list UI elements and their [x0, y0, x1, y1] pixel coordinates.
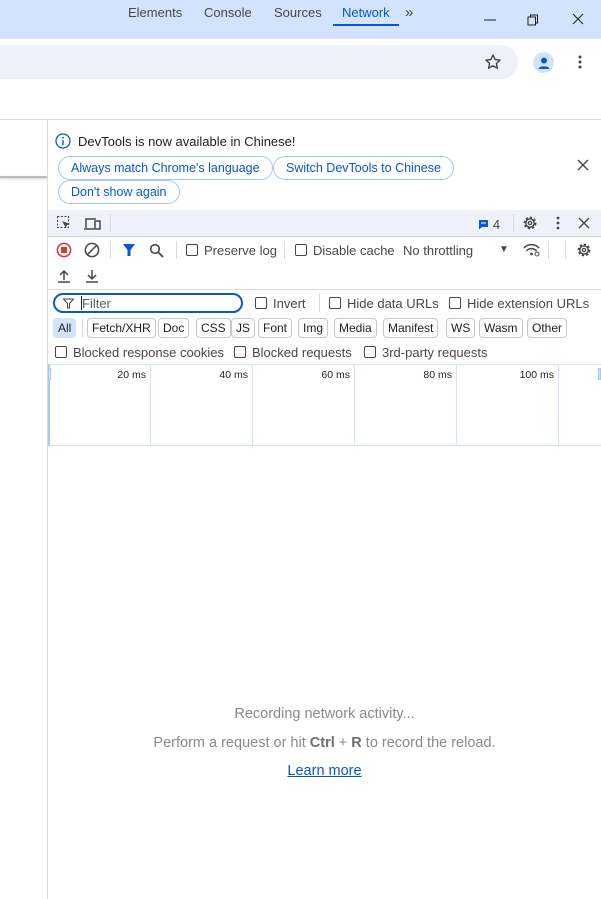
- minimize-icon[interactable]: [482, 12, 498, 28]
- type-filter-fetch-xhr[interactable]: Fetch/XHR: [87, 318, 156, 338]
- blocked-requests-label: Blocked requests: [252, 345, 352, 360]
- network-settings-icon[interactable]: [575, 241, 593, 259]
- timeline-tick-label: 40 ms: [219, 369, 248, 381]
- timeline-gridline: [354, 365, 355, 445]
- bookmark-star-icon[interactable]: [484, 53, 502, 71]
- always-match-language-button[interactable]: Always match Chrome's language: [58, 156, 273, 180]
- learn-more-link[interactable]: Learn more: [287, 763, 361, 779]
- type-filter-other[interactable]: Other: [527, 318, 568, 338]
- switch-to-chinese-button[interactable]: Switch DevTools to Chinese: [273, 156, 454, 180]
- type-filter-media[interactable]: Media: [334, 318, 377, 338]
- hide-data-urls-label: Hide data URLs: [347, 296, 439, 311]
- timeline-gridline: [150, 365, 151, 445]
- type-filter-ws[interactable]: WS: [446, 318, 476, 338]
- inspect-element-icon[interactable]: [55, 214, 73, 232]
- network-conditions-icon[interactable]: [522, 241, 540, 259]
- tab-network[interactable]: Network: [333, 0, 399, 26]
- infobar-message: DevTools is now available in Chinese!: [78, 134, 296, 149]
- record-stop-icon[interactable]: [55, 241, 73, 259]
- timeline-tick-label: 100 ms: [519, 369, 554, 381]
- restore-icon[interactable]: [525, 12, 541, 28]
- import-har-icon[interactable]: [55, 267, 73, 285]
- issues-count: 4: [492, 216, 501, 232]
- filter-input[interactable]: Filter: [53, 293, 243, 313]
- reload-hint: Perform a request or hit Ctrl + R to rec…: [153, 735, 496, 751]
- timeline-gridline: [252, 365, 253, 445]
- blocked-cookies-label: Blocked response cookies: [73, 345, 225, 360]
- tab-console[interactable]: Console: [204, 0, 252, 26]
- tab-elements[interactable]: Elements: [128, 0, 182, 26]
- type-filter-img[interactable]: Img: [298, 318, 329, 338]
- type-filter-font[interactable]: Font: [258, 318, 293, 338]
- dont-show-again-button[interactable]: Don't show again: [58, 180, 180, 204]
- address-bar[interactable]: [0, 45, 518, 79]
- disable-cache-checkbox[interactable]: [295, 244, 307, 256]
- blocked-requests-checkbox[interactable]: [234, 346, 246, 358]
- timeline-left-handle[interactable]: [48, 368, 51, 380]
- filter-icon: [63, 298, 74, 309]
- hide-extension-urls-checkbox[interactable]: [449, 297, 461, 309]
- export-har-icon[interactable]: [83, 267, 101, 285]
- timeline-tick-label: 80 ms: [423, 369, 452, 381]
- close-infobar-icon[interactable]: [575, 157, 591, 173]
- type-filter-css[interactable]: CSS: [196, 318, 231, 338]
- filter-placeholder: Filter: [82, 296, 111, 311]
- preserve-log-label: Preserve log: [204, 243, 277, 258]
- invert-checkbox[interactable]: [255, 297, 267, 309]
- third-party-checkbox[interactable]: [364, 346, 376, 358]
- type-filter-wasm[interactable]: Wasm: [479, 318, 523, 338]
- dropdown-arrow-icon: ▼: [499, 244, 509, 255]
- filter-toggle-icon[interactable]: [121, 242, 137, 258]
- type-filter-doc[interactable]: Doc: [158, 318, 190, 338]
- invert-label: Invert: [273, 296, 306, 311]
- key-r: R: [351, 735, 362, 751]
- device-toolbar-icon[interactable]: [83, 214, 101, 232]
- timeline-gridline: [456, 365, 457, 445]
- close-window-icon[interactable]: [570, 11, 586, 27]
- clear-icon[interactable]: [83, 241, 101, 259]
- search-icon[interactable]: [148, 242, 164, 258]
- hide-extension-urls-label: Hide extension URLs: [467, 296, 590, 311]
- recording-status: Recording network activity...: [234, 706, 415, 722]
- third-party-label: 3rd-party requests: [382, 345, 488, 360]
- blocked-cookies-checkbox[interactable]: [55, 346, 67, 358]
- key-ctrl: Ctrl: [309, 735, 335, 751]
- disable-cache-label: Disable cache: [313, 243, 395, 258]
- type-filter-manifest[interactable]: Manifest: [383, 318, 439, 338]
- devtools-menu-icon[interactable]: [550, 214, 566, 232]
- more-tabs-icon[interactable]: »: [405, 0, 413, 26]
- preserve-log-checkbox[interactable]: [186, 244, 198, 256]
- page-divider: [0, 176, 47, 178]
- throttling-value: No throttling: [403, 243, 474, 258]
- devtools-tab-bar: [48, 210, 601, 237]
- more-menu-icon[interactable]: [572, 53, 588, 71]
- type-filter-all[interactable]: All: [53, 318, 77, 338]
- timeline-gridline: [558, 365, 559, 445]
- settings-gear-icon[interactable]: [521, 214, 539, 232]
- issues-badge[interactable]: 4: [475, 216, 503, 232]
- tab-sources[interactable]: Sources: [274, 0, 322, 26]
- throttling-select[interactable]: No throttling ▼: [403, 243, 513, 258]
- type-filter-js[interactable]: JS: [231, 318, 256, 338]
- timeline-tick-label: 60 ms: [321, 369, 350, 381]
- timeline-tick-label: 20 ms: [117, 369, 146, 381]
- hide-data-urls-checkbox[interactable]: [329, 297, 341, 309]
- close-devtools-icon[interactable]: [576, 215, 592, 231]
- info-icon: [55, 133, 71, 149]
- profile-avatar-icon[interactable]: [533, 52, 554, 73]
